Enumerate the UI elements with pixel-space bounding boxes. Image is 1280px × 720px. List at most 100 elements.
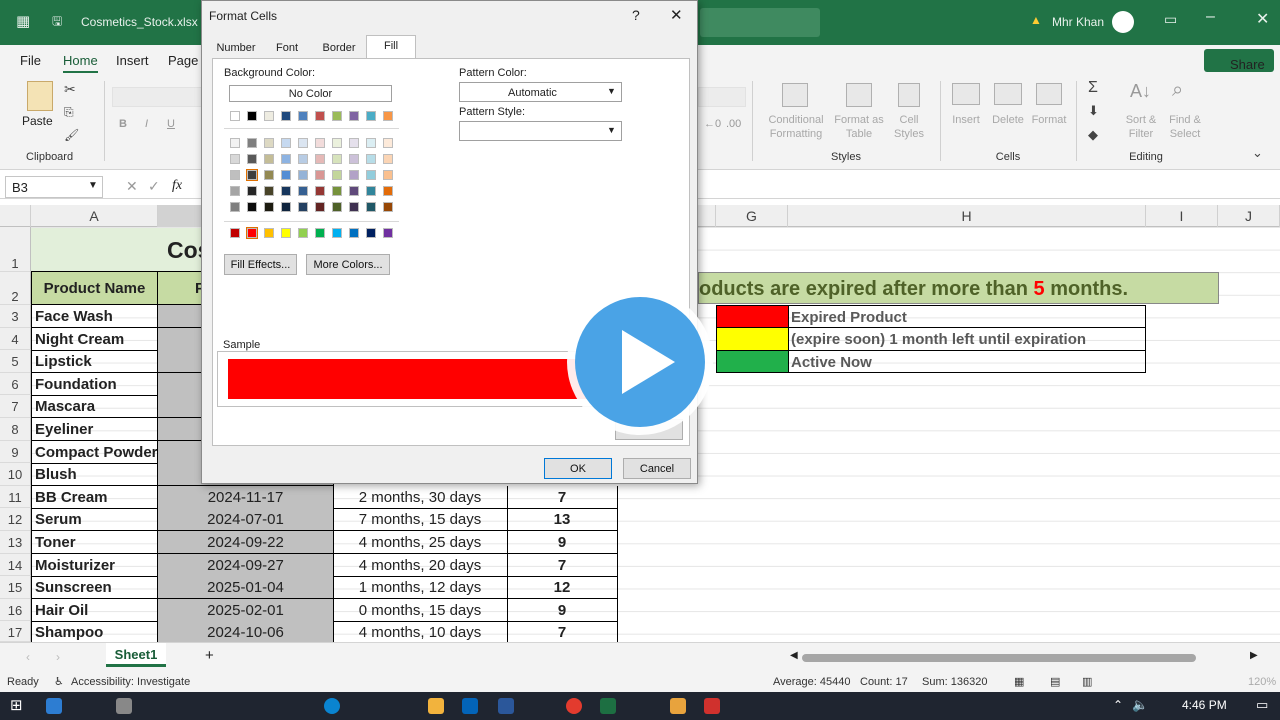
select-all-corner[interactable]	[0, 205, 31, 227]
theme-color-shade-swatch[interactable]	[247, 186, 257, 196]
theme-color-shade-swatch[interactable]	[332, 202, 342, 212]
remaining-cell[interactable]: 1 months, 12 days	[333, 576, 508, 600]
product-name-cell[interactable]: Mascara	[31, 395, 158, 419]
search-box[interactable]	[700, 8, 820, 37]
theme-color-shade-swatch[interactable]	[264, 138, 274, 148]
column-header-h[interactable]: H	[788, 205, 1146, 227]
legend-swatch-active[interactable]	[716, 351, 789, 373]
pattern-color-dropdown-icon[interactable]: ▼	[607, 86, 616, 96]
sort-filter-icon[interactable]: A↓	[1130, 81, 1151, 102]
theme-color-shade-swatch[interactable]	[264, 202, 274, 212]
insert-cells-label[interactable]: Insert	[946, 113, 986, 127]
row-header[interactable]: 6	[0, 372, 31, 396]
row-header[interactable]: 7	[0, 395, 31, 418]
theme-color-shade-swatch[interactable]	[315, 170, 325, 180]
theme-color-swatch[interactable]	[281, 111, 291, 121]
product-name-cell[interactable]: Eyeliner	[31, 418, 158, 441]
row-header[interactable]: 16	[0, 598, 31, 622]
more-colors-button[interactable]: More Colors...	[306, 254, 390, 275]
theme-color-shade-swatch[interactable]	[332, 154, 342, 164]
pattern-style-dropdown-icon[interactable]: ▼	[607, 125, 616, 135]
legend-text-active[interactable]: Active Now	[788, 351, 1146, 373]
settings-icon[interactable]	[116, 698, 132, 714]
pattern-color-select[interactable]: Automatic	[459, 82, 622, 102]
standard-color-swatch[interactable]	[315, 228, 325, 238]
theme-color-swatch[interactable]	[332, 111, 342, 121]
theme-color-shade-swatch[interactable]	[298, 186, 308, 196]
windows-start-icon[interactable]: ⊞	[10, 696, 23, 714]
edge-icon[interactable]	[324, 698, 340, 714]
tab-font[interactable]: Font	[264, 38, 310, 58]
row-header[interactable]: 14	[0, 553, 31, 577]
theme-color-shade-swatch[interactable]	[230, 154, 240, 164]
name-box-dropdown-icon[interactable]: ▼	[88, 180, 98, 191]
product-name-cell[interactable]: BB Cream	[31, 485, 158, 509]
theme-color-shade-swatch[interactable]	[315, 186, 325, 196]
product-name-cell[interactable]: Serum	[31, 508, 158, 532]
cell-styles-icon[interactable]	[898, 83, 920, 107]
dialog-help-button[interactable]: ?	[632, 7, 640, 23]
cut-icon[interactable]: ✂	[64, 81, 76, 98]
standard-color-swatch[interactable]	[366, 228, 376, 238]
menu-home[interactable]: Home	[63, 53, 98, 73]
column-header-j[interactable]: J	[1218, 205, 1280, 227]
theme-color-shade-swatch[interactable]	[247, 138, 257, 148]
months-cell[interactable]: 7	[507, 553, 618, 577]
page-break-icon[interactable]: ▥	[1082, 675, 1092, 688]
theme-color-shade-swatch[interactable]	[383, 138, 393, 148]
ok-button[interactable]: OK	[544, 458, 612, 479]
theme-color-shade-swatch[interactable]	[332, 186, 342, 196]
theme-color-shade-swatch[interactable]	[264, 170, 274, 180]
theme-color-shade-swatch[interactable]	[332, 170, 342, 180]
tray-chevron-icon[interactable]: ⌃	[1113, 698, 1123, 712]
theme-color-shade-swatch[interactable]	[298, 202, 308, 212]
theme-color-shade-swatch[interactable]	[230, 202, 240, 212]
autosum-icon[interactable]: Σ	[1088, 79, 1098, 97]
legend-text-expire-soon[interactable]: (expire soon) 1 month left until expirat…	[788, 328, 1146, 351]
outlook-icon[interactable]	[462, 698, 478, 714]
delete-cells-icon[interactable]	[994, 83, 1022, 105]
theme-color-shade-swatch[interactable]	[315, 138, 325, 148]
sort-filter-label[interactable]: Sort & Filter	[1120, 113, 1162, 141]
theme-color-swatch[interactable]	[230, 111, 240, 121]
normal-view-icon[interactable]: ▦	[1014, 675, 1024, 688]
product-name-cell[interactable]: Night Cream	[31, 327, 158, 351]
underline-icon[interactable]: U	[167, 118, 175, 130]
pattern-style-select[interactable]	[459, 121, 622, 141]
row-header[interactable]: 9	[0, 440, 31, 464]
no-color-button[interactable]: No Color	[229, 85, 392, 102]
menu-page[interactable]: Page	[168, 53, 198, 68]
theme-color-shade-swatch[interactable]	[264, 186, 274, 196]
paste-icon[interactable]	[27, 81, 53, 111]
ribbon-display-icon[interactable]: ▭	[1164, 11, 1177, 28]
scroll-right-icon[interactable]: ▶	[1250, 650, 1258, 661]
row-header[interactable]: 3	[0, 305, 31, 328]
theme-color-shade-swatch[interactable]	[366, 202, 376, 212]
date-cell[interactable]: 2024-11-17	[158, 485, 334, 509]
product-name-cell[interactable]: Shampoo	[31, 621, 158, 645]
product-name-cell[interactable]: Moisturizer	[31, 553, 158, 577]
standard-color-swatch[interactable]	[281, 228, 291, 238]
clear-icon[interactable]: ◆	[1088, 127, 1098, 143]
taskbar-app-icon-3[interactable]	[704, 698, 720, 714]
insert-cells-icon[interactable]	[952, 83, 980, 105]
date-cell[interactable]: 2025-01-04	[158, 576, 334, 600]
theme-color-swatch[interactable]	[247, 111, 257, 121]
theme-color-shade-swatch[interactable]	[298, 154, 308, 164]
standard-color-swatch[interactable]	[246, 227, 258, 239]
collapse-ribbon-icon[interactable]: ⌄	[1252, 145, 1263, 161]
fill-effects-button[interactable]: Fill Effects...	[224, 254, 297, 275]
legend-text-expired[interactable]: Expired Product	[788, 305, 1146, 328]
row-header[interactable]: 4	[0, 327, 31, 351]
theme-color-shade-swatch[interactable]	[246, 169, 258, 181]
taskbar-app-icon-2[interactable]	[670, 698, 686, 714]
column-header-g[interactable]: G	[716, 205, 788, 227]
row-header[interactable]: 12	[0, 508, 31, 531]
theme-color-shade-swatch[interactable]	[230, 186, 240, 196]
cancel-button[interactable]: Cancel	[623, 458, 691, 479]
standard-color-swatch[interactable]	[383, 228, 393, 238]
play-button[interactable]	[575, 297, 705, 427]
theme-color-shade-swatch[interactable]	[332, 138, 342, 148]
column-header-a[interactable]: A	[31, 205, 158, 227]
copy-icon[interactable]: ⎘	[64, 105, 74, 120]
